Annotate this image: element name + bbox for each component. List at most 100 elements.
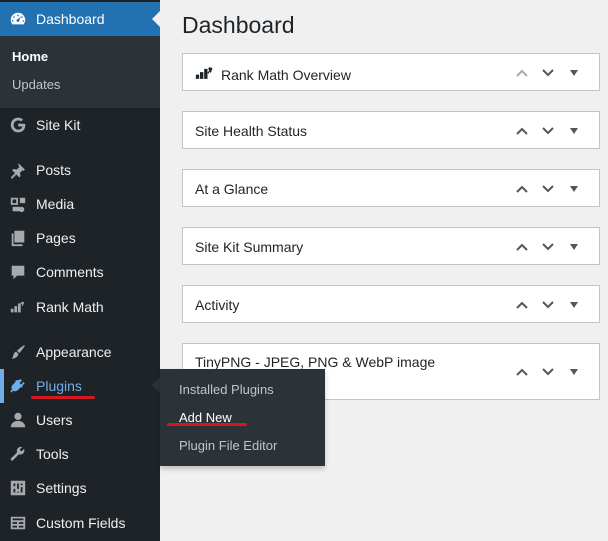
chevron-down-icon <box>542 69 554 77</box>
sidebar-item-label: Plugins <box>36 378 82 394</box>
sidebar-item-label: Media <box>36 196 75 212</box>
sidebar-item-appearance[interactable]: Appearance <box>0 335 160 369</box>
widget-site-health-status: Site Health Status <box>182 111 600 149</box>
user-icon <box>8 410 28 430</box>
sidebar-item-label: Rank Math <box>36 299 104 315</box>
toggle-panel-button[interactable] <box>561 64 587 82</box>
chevron-down-icon <box>542 301 554 309</box>
toggle-panel-button[interactable] <box>561 180 587 198</box>
sidebar-item-label: Settings <box>36 480 87 496</box>
caret-down-icon <box>570 302 578 308</box>
sidebar-item-custom-fields[interactable]: Custom Fields <box>0 506 160 540</box>
plugin-icon <box>8 376 28 396</box>
sidebar-item-media[interactable]: Media <box>0 187 160 221</box>
chevron-down-icon <box>542 185 554 193</box>
caret-down-icon <box>570 186 578 192</box>
pushpin-icon <box>8 160 28 180</box>
chevron-down-icon <box>542 243 554 251</box>
submenu-item-updates[interactable]: Updates <box>12 77 60 92</box>
google-g-icon <box>8 115 28 135</box>
widget-title[interactable]: Site Health Status <box>195 123 307 139</box>
flyout-item-installed-plugins[interactable]: Installed Plugins <box>179 382 274 397</box>
sidebar-item-tools[interactable]: Tools <box>0 437 160 471</box>
widget-controls <box>509 238 587 256</box>
sidebar-item-label: Tools <box>36 446 69 462</box>
toggle-panel-button[interactable] <box>561 238 587 256</box>
submenu-item-home[interactable]: Home <box>12 49 48 64</box>
chevron-up-icon <box>516 185 528 193</box>
widget-title-text: Site Kit Summary <box>195 239 304 255</box>
chevron-up-icon <box>516 127 528 135</box>
sidebar-item-label: Posts <box>36 162 72 178</box>
widget-title[interactable]: Rank Math Overview <box>195 65 351 84</box>
flyout-pointer <box>152 377 160 393</box>
current-menu-arrow <box>152 11 160 27</box>
flyout-item-plugin-file-editor[interactable]: Plugin File Editor <box>179 438 277 453</box>
page-title: Dashboard <box>182 12 295 38</box>
toggle-panel-button[interactable] <box>561 296 587 314</box>
rank-math-logo-icon <box>195 65 215 84</box>
move-down-button[interactable] <box>535 238 561 256</box>
move-down-button[interactable] <box>535 122 561 140</box>
admin-sidebar: Dashboard Home Updates Site Kit Posts Me… <box>0 0 160 541</box>
widget-rank-math-overview: Rank Math Overview <box>182 53 600 91</box>
move-up-button[interactable] <box>509 180 535 198</box>
widget-title[interactable]: Site Kit Summary <box>195 239 303 255</box>
sidebar-item-users[interactable]: Users <box>0 403 160 437</box>
toggle-panel-button[interactable] <box>561 122 587 140</box>
sidebar-item-dashboard[interactable]: Dashboard <box>0 2 160 36</box>
move-down-button[interactable] <box>535 363 561 381</box>
sidebar-item-label: Comments <box>36 264 104 280</box>
plugins-annotation-underline <box>31 396 95 399</box>
widget-title-text: At a Glance <box>195 181 269 197</box>
widget-controls <box>509 363 587 381</box>
widget-title[interactable]: TinyPNG - JPEG, PNG & WebP image <box>195 354 435 370</box>
chevron-up-icon <box>516 301 528 309</box>
wrench-icon <box>8 444 28 464</box>
widget-controls <box>509 64 587 82</box>
sidebar-item-posts[interactable]: Posts <box>0 153 160 187</box>
custom-fields-icon <box>8 513 28 533</box>
widget-activity: Activity <box>182 285 600 323</box>
sidebar-item-settings[interactable]: Settings <box>0 471 160 505</box>
caret-down-icon <box>570 70 578 76</box>
caret-down-icon <box>570 369 578 375</box>
widget-site-kit-summary: Site Kit Summary <box>182 227 600 265</box>
widget-controls <box>509 180 587 198</box>
widget-at-a-glance: At a Glance <box>182 169 600 207</box>
move-up-button[interactable] <box>509 122 535 140</box>
sidebar-item-label: Appearance <box>36 344 112 360</box>
move-up-button[interactable] <box>509 238 535 256</box>
sidebar-item-label: Site Kit <box>36 117 81 133</box>
caret-down-icon <box>570 128 578 134</box>
sidebar-item-comments[interactable]: Comments <box>0 255 160 289</box>
plugins-flyout-menu: Installed Plugins Add New Plugin File Ed… <box>160 369 325 466</box>
rank-math-icon <box>8 297 28 317</box>
widget-title[interactable]: Activity <box>195 297 239 313</box>
sidebar-item-site-kit[interactable]: Site Kit <box>0 108 160 142</box>
widget-title-text: TinyPNG - JPEG, PNG & WebP image <box>195 354 436 370</box>
move-down-button[interactable] <box>535 180 561 198</box>
move-down-button[interactable] <box>535 64 561 82</box>
widget-title-text: Rank Math Overview <box>221 66 351 83</box>
chevron-down-icon <box>542 127 554 135</box>
chevron-down-icon <box>542 368 554 376</box>
chevron-up-icon <box>516 69 528 77</box>
move-up-button[interactable] <box>509 64 535 82</box>
sidebar-item-label: Custom Fields <box>36 515 126 531</box>
caret-down-icon <box>570 244 578 250</box>
widget-controls <box>509 122 587 140</box>
move-down-button[interactable] <box>535 296 561 314</box>
sidebar-item-label: Pages <box>36 230 76 246</box>
toggle-panel-button[interactable] <box>561 363 587 381</box>
sidebar-item-rank-math[interactable]: Rank Math <box>0 290 160 324</box>
pages-icon <box>8 228 28 248</box>
media-icon <box>8 194 28 214</box>
widget-title-text: Activity <box>195 297 240 313</box>
widget-title[interactable]: At a Glance <box>195 181 268 197</box>
paintbrush-icon <box>8 342 28 362</box>
sidebar-item-pages[interactable]: Pages <box>0 221 160 255</box>
move-up-button[interactable] <box>509 363 535 381</box>
move-up-button[interactable] <box>509 296 535 314</box>
sidebar-item-label: Users <box>36 412 73 428</box>
